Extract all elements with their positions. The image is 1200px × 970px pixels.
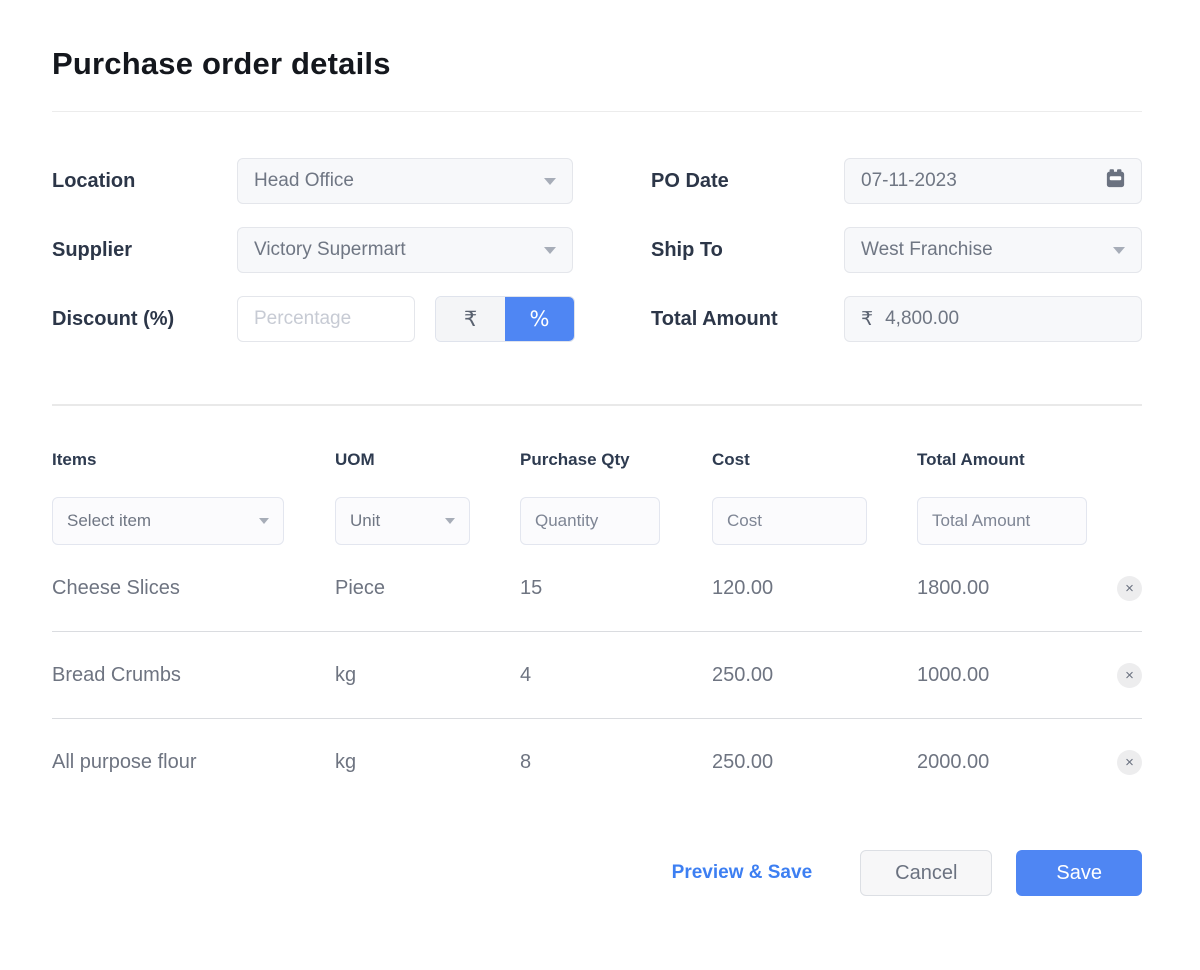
title-divider — [52, 111, 1142, 112]
column-header-uom: UOM — [335, 450, 520, 470]
remove-row-button[interactable]: × — [1117, 576, 1142, 601]
discount-type-percent-button[interactable]: % — [505, 297, 574, 341]
column-header-total: Total Amount — [917, 450, 1088, 470]
item-name-cell: All purpose flour — [52, 751, 335, 774]
uom-cell: kg — [335, 751, 520, 774]
total-input[interactable] — [917, 497, 1087, 545]
qty-cell: 15 — [520, 577, 712, 600]
section-divider — [52, 404, 1142, 406]
total-amount-field: ₹ 4,800.00 — [844, 296, 1142, 342]
item-select-placeholder: Select item — [67, 511, 151, 531]
cancel-button[interactable]: Cancel — [860, 850, 992, 896]
calendar-icon — [1104, 167, 1127, 196]
total-cell: 1000.00 — [917, 664, 1088, 687]
rupee-icon: ₹ — [861, 308, 873, 330]
chevron-down-icon — [445, 518, 455, 524]
discount-controls: ₹ % — [237, 296, 651, 342]
po-date-value: 07-11-2023 — [861, 170, 957, 192]
page-title: Purchase order details — [52, 46, 1142, 82]
po-form: Location Head Office PO Date 07-11-2023 — [52, 158, 1142, 342]
ship-to-select[interactable]: West Franchise — [844, 227, 1142, 273]
items-table-body: Cheese Slices Piece 15 120.00 1800.00 × … — [52, 545, 1142, 806]
preview-save-button[interactable]: Preview & Save — [672, 862, 812, 884]
save-button[interactable]: Save — [1016, 850, 1142, 896]
location-value: Head Office — [254, 170, 354, 192]
close-icon: × — [1125, 668, 1134, 683]
ship-to-value: West Franchise — [861, 239, 993, 261]
discount-type-currency-button[interactable]: ₹ — [436, 297, 505, 341]
total-cell: 1800.00 — [917, 577, 1088, 600]
form-row-3: Discount (%) ₹ % Total Amount ₹ 4,800.00 — [52, 296, 1142, 342]
close-icon: × — [1125, 581, 1134, 596]
column-header-qty: Purchase Qty — [520, 450, 712, 470]
cost-input[interactable] — [712, 497, 867, 545]
purchase-order-details-page: Purchase order details Location Head Off… — [0, 0, 1200, 970]
chevron-down-icon — [259, 518, 269, 524]
total-amount-value: 4,800.00 — [885, 308, 959, 330]
uom-cell: Piece — [335, 577, 520, 600]
column-header-cost: Cost — [712, 450, 917, 470]
item-select[interactable]: Select item — [52, 497, 284, 545]
total-amount-label: Total Amount — [651, 308, 844, 331]
uom-select[interactable]: Unit — [335, 497, 470, 545]
discount-label: Discount (%) — [52, 308, 237, 331]
item-name-cell: Cheese Slices — [52, 577, 335, 600]
cost-cell: 120.00 — [712, 577, 917, 600]
discount-type-toggle: ₹ % — [435, 296, 575, 342]
form-row-2: Supplier Victory Supermart Ship To West … — [52, 227, 1142, 273]
location-label: Location — [52, 170, 237, 193]
item-name-cell: Bread Crumbs — [52, 664, 335, 687]
chevron-down-icon — [544, 178, 556, 185]
remove-row-button[interactable]: × — [1117, 750, 1142, 775]
total-cell: 2000.00 — [917, 751, 1088, 774]
form-row-1: Location Head Office PO Date 07-11-2023 — [52, 158, 1142, 204]
cost-cell: 250.00 — [712, 751, 917, 774]
qty-cell: 4 — [520, 664, 712, 687]
table-row: Bread Crumbs kg 4 250.00 1000.00 × — [52, 632, 1142, 719]
uom-cell: kg — [335, 664, 520, 687]
items-input-row: Select item Unit — [52, 497, 1142, 545]
uom-select-placeholder: Unit — [350, 511, 380, 531]
chevron-down-icon — [544, 247, 556, 254]
supplier-select[interactable]: Victory Supermart — [237, 227, 573, 273]
quantity-input[interactable] — [520, 497, 660, 545]
supplier-value: Victory Supermart — [254, 239, 406, 261]
po-date-picker[interactable]: 07-11-2023 — [844, 158, 1142, 204]
qty-cell: 8 — [520, 751, 712, 774]
table-row: All purpose flour kg 8 250.00 2000.00 × — [52, 719, 1142, 806]
close-icon: × — [1125, 755, 1134, 770]
footer-actions: Preview & Save Cancel Save — [52, 850, 1142, 896]
cost-cell: 250.00 — [712, 664, 917, 687]
supplier-label: Supplier — [52, 239, 237, 262]
remove-row-button[interactable]: × — [1117, 663, 1142, 688]
location-select[interactable]: Head Office — [237, 158, 573, 204]
column-header-items: Items — [52, 450, 335, 470]
po-date-label: PO Date — [651, 170, 844, 193]
chevron-down-icon — [1113, 247, 1125, 254]
ship-to-label: Ship To — [651, 239, 844, 262]
table-row: Cheese Slices Piece 15 120.00 1800.00 × — [52, 545, 1142, 632]
items-table-header: Items UOM Purchase Qty Cost Total Amount — [52, 448, 1142, 472]
discount-input[interactable] — [237, 296, 415, 342]
